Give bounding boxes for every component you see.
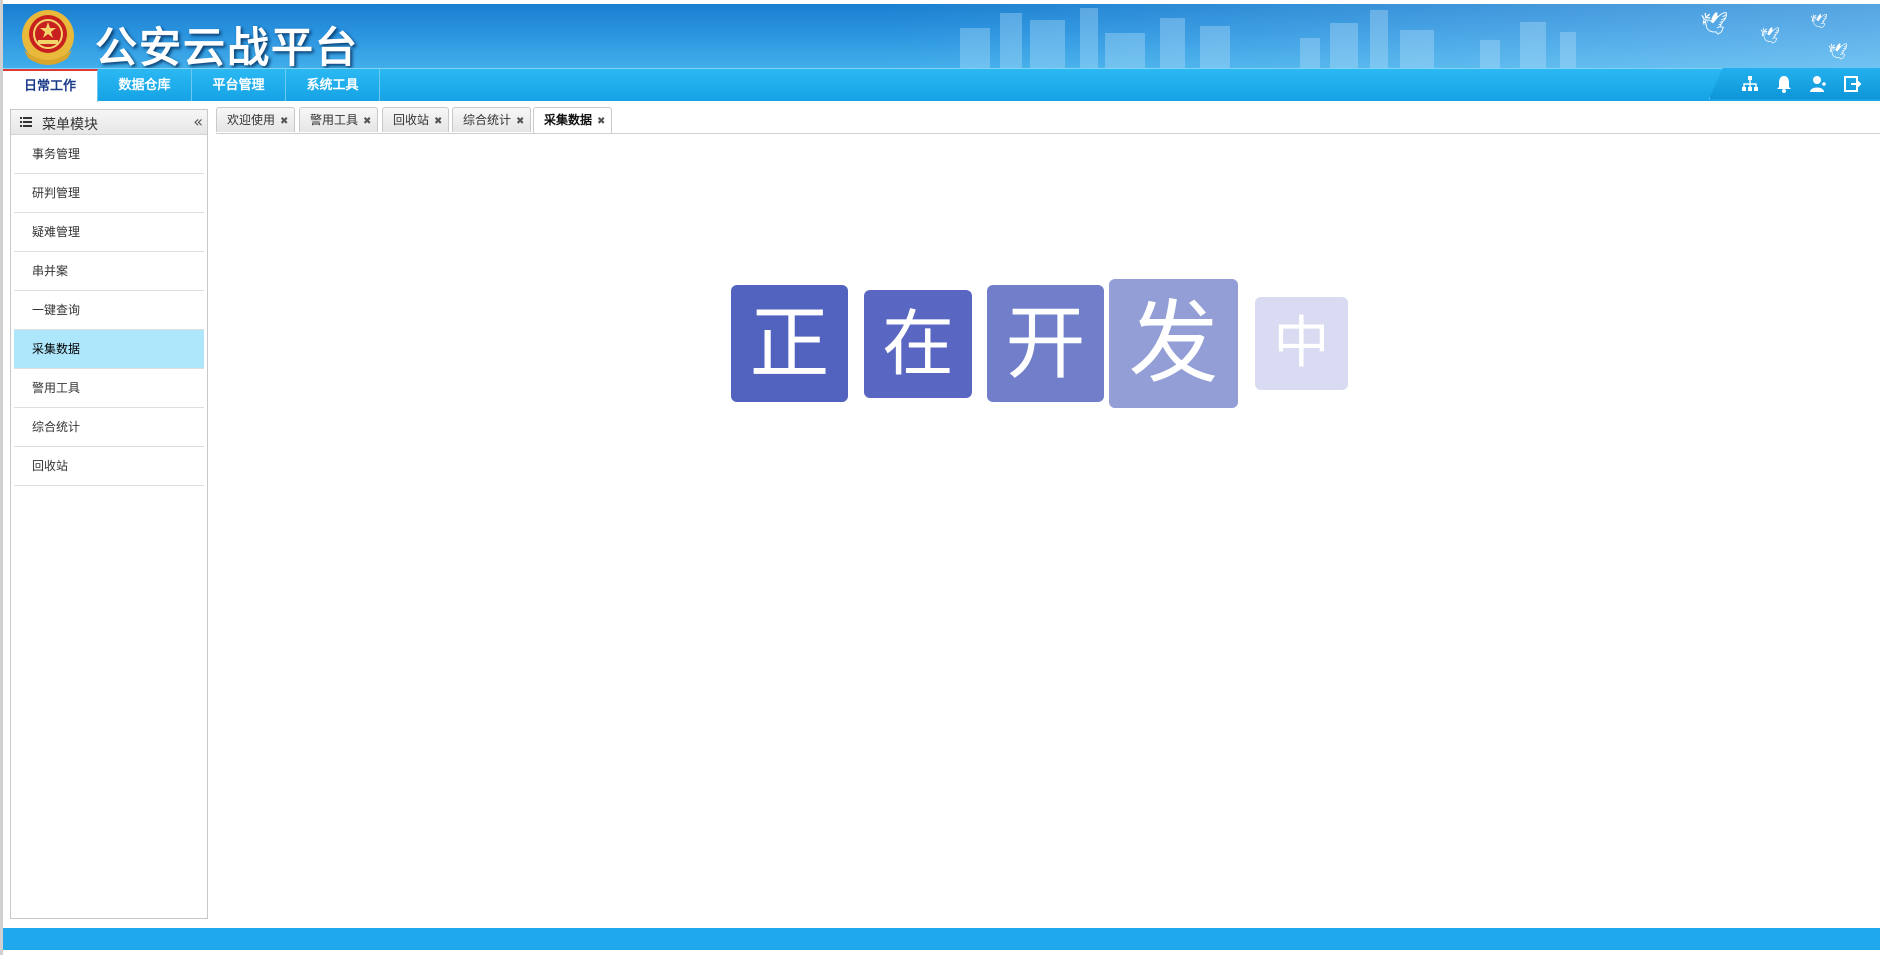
sidebar-item-police-tools[interactable]: 警用工具 [14, 369, 204, 408]
app-title: 公安云战平台 [95, 23, 360, 68]
tab-label: 欢迎使用 [227, 113, 276, 127]
dove-icon: 🕊 [1810, 14, 1828, 30]
tab-label: 回收站 [393, 113, 430, 127]
nav-tab-daily-work[interactable]: 日常工作 [3, 69, 98, 102]
bell-icon[interactable] [1774, 74, 1794, 94]
tab-bar-divider [216, 133, 1880, 134]
sidebar-title: 菜单模块 [42, 117, 98, 133]
nav-tab-system-tools[interactable]: 系统工具 [286, 69, 380, 101]
sidebar-item-statistics[interactable]: 综合统计 [14, 408, 204, 447]
close-icon[interactable]: ✖ [516, 116, 524, 127]
sitemap-icon[interactable] [1740, 74, 1760, 94]
header-banner: 🕊 🕊 🕊 🕊 公安云战平台 [3, 4, 1880, 68]
city-skyline-decoration: 🕊 🕊 🕊 🕊 [880, 4, 1880, 68]
developing-tile-4: 发 [1109, 279, 1238, 408]
sidebar-item-recycle-bin[interactable]: 回收站 [14, 447, 204, 486]
sidebar-panel: 菜单模块 « 事务管理 研判管理 疑难管理 串并案 一键查询 采集数据 警用工具… [10, 109, 208, 919]
developing-tile-3: 开 [987, 285, 1104, 402]
dove-icon: 🕊 [1700, 12, 1728, 37]
footer-bar [3, 928, 1880, 950]
police-emblem-icon [22, 10, 74, 65]
dove-icon: 🕊 [1828, 42, 1849, 61]
developing-tile-2: 在 [864, 290, 972, 398]
tab-welcome[interactable]: 欢迎使用 ✖ [216, 107, 296, 132]
close-icon[interactable]: ✖ [280, 116, 288, 127]
sidebar-menu: 事务管理 研判管理 疑难管理 串并案 一键查询 采集数据 警用工具 综合统计 回… [11, 135, 207, 486]
nav-tab-data-warehouse[interactable]: 数据仓库 [98, 69, 192, 101]
tab-label: 综合统计 [463, 113, 512, 127]
collapse-sidebar-icon[interactable]: « [193, 112, 203, 131]
tab-recycle-bin[interactable]: 回收站 ✖ [382, 107, 450, 132]
dove-icon: 🕊 [1760, 26, 1781, 45]
main-navbar: 日常工作 数据仓库 平台管理 系统工具 [3, 68, 1880, 102]
sidebar-item-one-click-query[interactable]: 一键查询 [14, 291, 204, 330]
nav-icon-group [1709, 68, 1880, 99]
tab-label: 警用工具 [310, 113, 359, 127]
close-icon[interactable]: ✖ [434, 116, 442, 127]
sidebar-item-difficult-cases[interactable]: 疑难管理 [14, 213, 204, 252]
logout-icon[interactable] [1842, 74, 1862, 94]
close-icon[interactable]: ✖ [597, 116, 605, 127]
tab-label: 采集数据 [544, 113, 593, 127]
sidebar-item-collect-data[interactable]: 采集数据 [14, 330, 204, 369]
developing-tile-1: 正 [731, 285, 848, 402]
sidebar-item-analysis-management[interactable]: 研判管理 [14, 174, 204, 213]
list-icon [20, 117, 32, 127]
close-icon[interactable]: ✖ [363, 116, 371, 127]
sidebar-item-serial-cases[interactable]: 串并案 [14, 252, 204, 291]
developing-tile-5: 中 [1255, 297, 1348, 390]
tab-statistics[interactable]: 综合统计 ✖ [452, 107, 532, 132]
sidebar-header: 菜单模块 « [11, 110, 207, 135]
user-icon[interactable] [1808, 74, 1828, 94]
sidebar-item-affairs-management[interactable]: 事务管理 [14, 135, 204, 174]
nav-tab-platform-management[interactable]: 平台管理 [192, 69, 286, 101]
tab-police-tools[interactable]: 警用工具 ✖ [299, 107, 379, 132]
window-left-border [0, 0, 3, 955]
tab-collect-data[interactable]: 采集数据 ✖ [533, 107, 613, 134]
